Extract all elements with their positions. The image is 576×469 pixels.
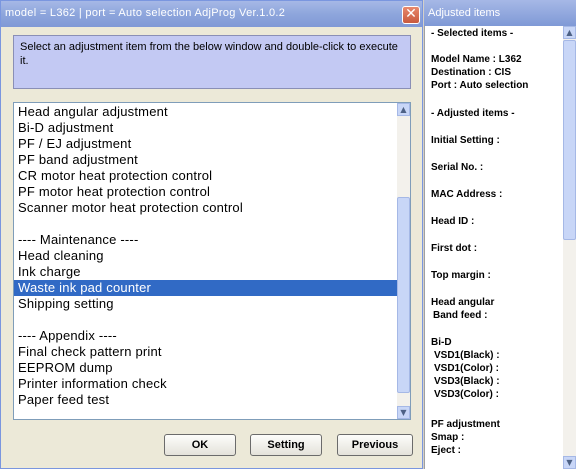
destination: Destination : CIS — [431, 67, 512, 78]
title-bar[interactable]: model = L362 | port = Auto selection Adj… — [1, 1, 422, 27]
vsd1-color: VSD1(Color) : — [434, 363, 499, 374]
vsd3-black: VSD3(Black) : — [434, 376, 500, 387]
list-item[interactable]: Scanner motor heat protection control — [14, 200, 397, 216]
bi-d: Bi-D — [431, 337, 452, 348]
list-item[interactable]: EEPROM dump — [14, 360, 397, 376]
top-margin: Top margin : — [431, 270, 491, 281]
band-feed: Band feed : — [433, 310, 488, 321]
list-item[interactable]: PF motor heat protection control — [14, 184, 397, 200]
list-item[interactable]: Head angular adjustment — [14, 104, 397, 120]
list-item[interactable]: PF band adjustment — [14, 152, 397, 168]
list-item[interactable]: Ink charge — [14, 264, 397, 280]
adjusted-items-header: - Adjusted items - — [431, 108, 515, 119]
head-angular: Head angular — [431, 297, 495, 308]
scroll-up-icon[interactable]: ▲ — [397, 103, 410, 116]
ok-button[interactable]: OK — [164, 434, 236, 456]
side-panel-body: - Selected items - Model Name : L362 Des… — [424, 26, 563, 469]
initial-setting: Initial Setting : — [431, 135, 500, 146]
side-scroll-down-icon[interactable]: ▼ — [563, 456, 576, 469]
previous-button[interactable]: Previous — [337, 434, 413, 456]
list-item[interactable]: ---- Maintenance ---- — [14, 232, 397, 248]
adjustment-list[interactable]: Head angular adjustment Bi-D adjustment PF… — [13, 102, 411, 420]
list-item[interactable]: Bi-D adjustment — [14, 120, 397, 136]
side-scroll-thumb[interactable] — [563, 40, 576, 240]
list-item[interactable]: PF / EJ adjustment — [14, 136, 397, 152]
pf-adjustment: PF adjustment — [431, 419, 500, 430]
close-icon[interactable]: ✕ — [402, 6, 420, 24]
port: Port : Auto selection — [431, 80, 529, 91]
list-item[interactable]: Waste ink pad counter — [14, 280, 397, 296]
adjustment-list-items: Head angular adjustment Bi-D adjustment PF… — [14, 103, 397, 419]
serial-no: Serial No. : — [431, 162, 484, 173]
vsd1-black: VSD1(Black) : — [434, 350, 500, 361]
side-scroll-up-icon[interactable]: ▲ — [563, 26, 576, 39]
vsd3-color: VSD3(Color) : — [434, 389, 499, 400]
list-item[interactable]: CR motor heat protection control — [14, 168, 397, 184]
adjprog-dialog: model = L362 | port = Auto selection Adj… — [0, 0, 423, 469]
selected-items-header: - Selected items - — [431, 28, 514, 39]
window-title: model = L362 | port = Auto selection Adj… — [5, 7, 286, 19]
list-item[interactable]: Printer information check — [14, 376, 397, 392]
list-scrollbar[interactable]: ▲ ▼ — [397, 103, 410, 419]
head-id: Head ID : — [431, 216, 475, 227]
list-item[interactable]: Final check pattern print — [14, 344, 397, 360]
smap: Smap : — [431, 432, 465, 443]
side-panel-scrollbar[interactable]: ▲ ▼ — [563, 26, 576, 469]
eject: Eject : — [431, 445, 462, 456]
list-item[interactable]: ---- Appendix ---- — [14, 328, 397, 344]
instruction-text: Select an adjustment item from the below… — [13, 35, 411, 89]
side-panel-title: Adjusted items — [424, 0, 576, 26]
list-item[interactable]: Shipping setting — [14, 296, 397, 312]
list-item[interactable]: Paper feed test — [14, 392, 397, 408]
mac-address: MAC Address : — [431, 189, 503, 200]
scroll-thumb[interactable] — [397, 197, 410, 393]
model-name: Model Name : L362 — [431, 54, 522, 65]
scroll-down-icon[interactable]: ▼ — [397, 406, 410, 419]
list-item[interactable]: Head cleaning — [14, 248, 397, 264]
adjusted-items-panel: Adjusted items - Selected items - Model … — [424, 0, 576, 469]
first-dot: First dot : — [431, 243, 478, 254]
setting-button[interactable]: Setting — [250, 434, 322, 456]
